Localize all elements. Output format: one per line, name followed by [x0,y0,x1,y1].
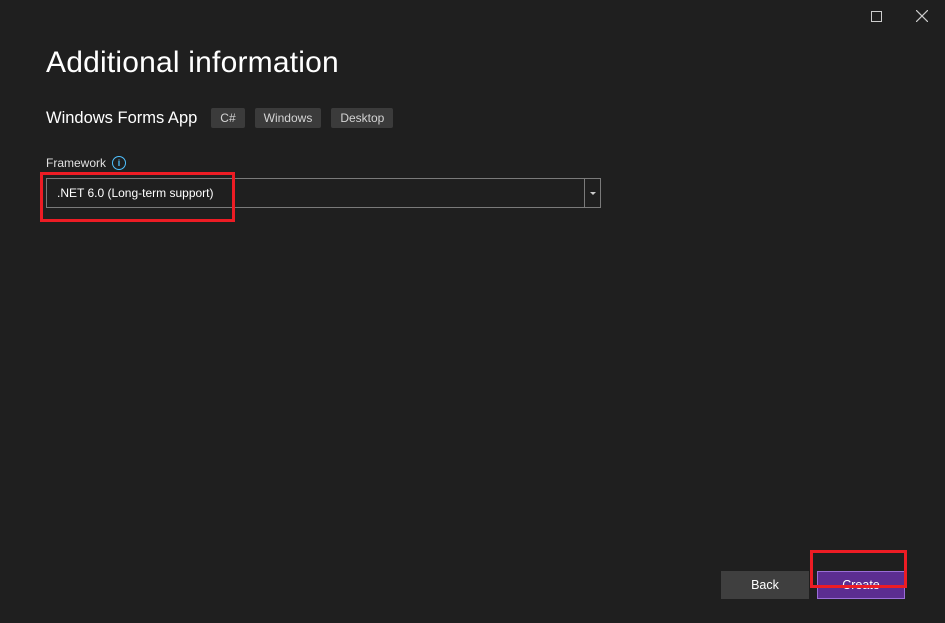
tag-type: Desktop [331,108,393,128]
project-name: Windows Forms App [46,109,197,128]
maximize-button[interactable] [853,0,899,32]
project-info-row: Windows Forms App C# Windows Desktop [46,108,899,128]
framework-label: Framework [46,156,106,170]
chevron-down-icon [584,179,600,207]
page-title: Additional information [46,46,899,80]
tag-platform: Windows [255,108,322,128]
footer-buttons: Back Create [721,571,905,599]
tag-language: C# [211,108,244,128]
create-button[interactable]: Create [817,571,905,599]
titlebar [0,0,945,32]
framework-selected-value: .NET 6.0 (Long-term support) [57,186,214,200]
framework-select[interactable]: .NET 6.0 (Long-term support) [46,178,601,208]
info-icon[interactable]: i [112,156,126,170]
close-button[interactable] [899,0,945,32]
framework-label-row: Framework i [46,156,899,170]
back-button[interactable]: Back [721,571,809,599]
